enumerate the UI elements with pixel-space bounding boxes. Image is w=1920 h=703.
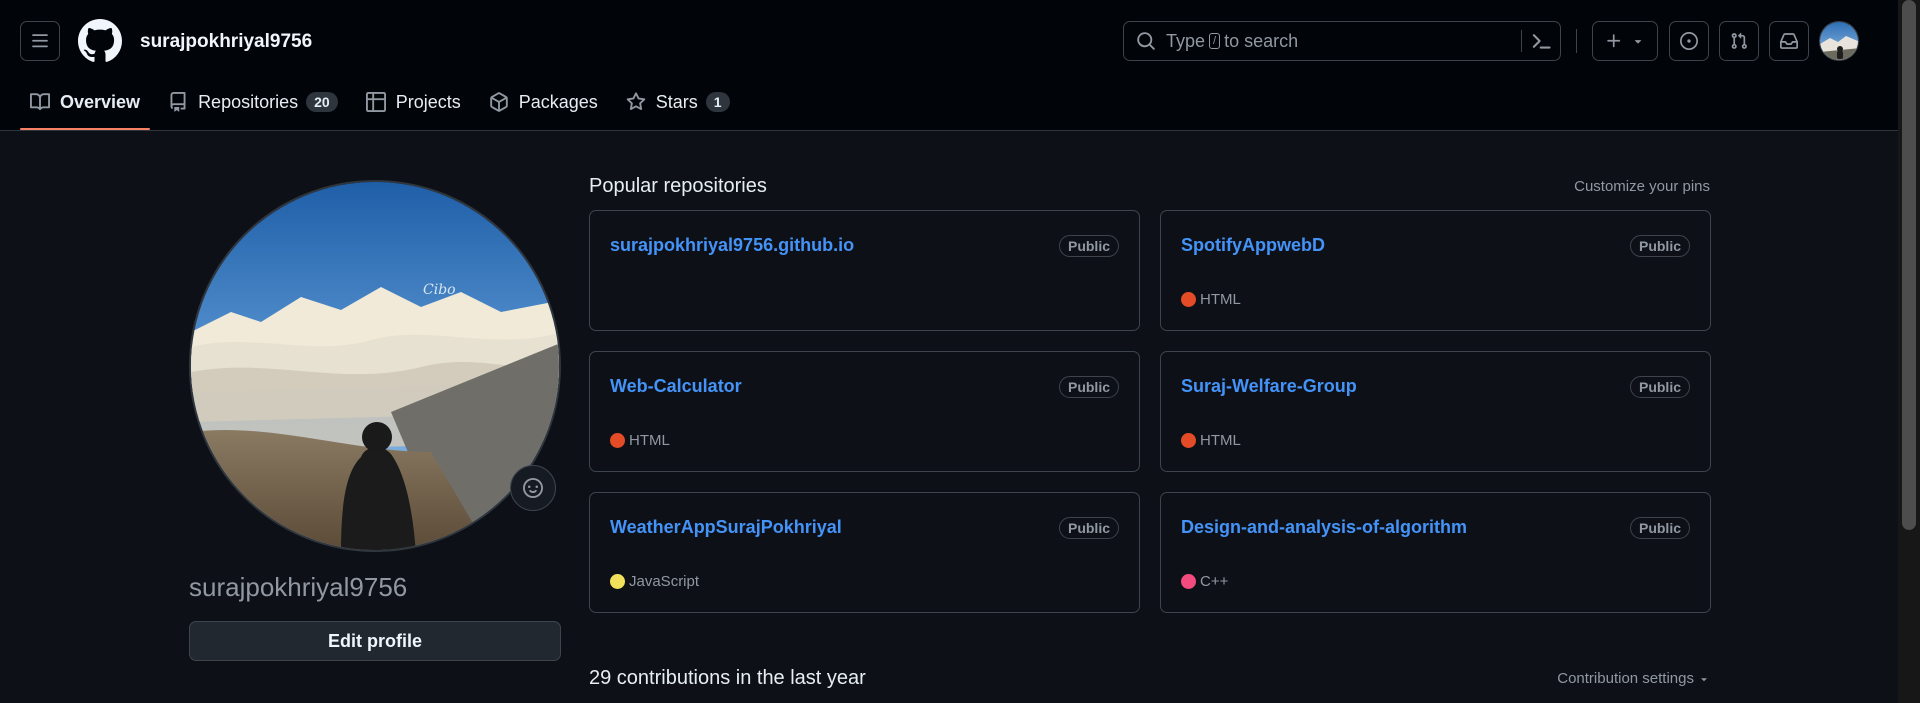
repo-icon — [170, 92, 186, 112]
visibility-badge: Public — [1058, 376, 1119, 398]
hamburger-icon — [32, 34, 48, 48]
command-palette-icon[interactable] — [1530, 30, 1552, 52]
tab-label: Repositories — [198, 91, 299, 112]
svg-text:Cibo: Cibo — [423, 282, 456, 298]
inbox-icon — [1780, 33, 1798, 49]
repo-card: Suraj-Welfare-Group Public HTML — [1160, 351, 1711, 472]
global-header: surajpokhriyal9756 Type / to search Over… — [0, 0, 1898, 131]
issues-button[interactable] — [1669, 21, 1709, 61]
repo-language: JavaScript — [610, 573, 699, 590]
customize-pins-link[interactable]: Customize your pins — [1574, 178, 1710, 195]
hamburger-menu-button[interactable] — [20, 21, 60, 61]
visibility-badge: Public — [1629, 235, 1690, 257]
tab-label: Overview — [60, 91, 141, 112]
profile-photo-image: Cibo — [191, 182, 559, 550]
popular-repositories-heading: Popular repositories — [589, 175, 767, 197]
repo-link[interactable]: WeatherAppSurajPokhriyal — [610, 517, 842, 538]
repo-language: HTML — [1181, 432, 1241, 449]
repo-card: Web-Calculator Public HTML — [589, 351, 1140, 472]
user-avatar-button[interactable] — [1819, 21, 1859, 61]
search-icon — [1137, 32, 1155, 50]
repo-card: WeatherAppSurajPokhriyal Public JavaScri… — [589, 492, 1140, 613]
pull-requests-button[interactable] — [1719, 21, 1759, 61]
search-divider — [1521, 30, 1522, 52]
issues-icon — [1680, 32, 1698, 50]
language-color-dot — [610, 574, 625, 589]
contribution-settings-dropdown[interactable]: Contribution settings — [1557, 670, 1710, 687]
github-logo-icon[interactable] — [78, 19, 122, 63]
stars-count: 1 — [705, 92, 730, 112]
scrollbar-thumb[interactable] — [1902, 0, 1916, 530]
caret-down-icon — [1701, 677, 1707, 681]
repo-card: surajpokhriyal9756.github.io Public — [589, 210, 1140, 331]
chevron-down-icon — [1634, 40, 1642, 44]
search-input[interactable]: Type / to search — [1123, 21, 1561, 61]
star-icon — [626, 92, 646, 111]
profile-avatar[interactable]: Cibo — [189, 180, 561, 552]
header-separator — [1576, 29, 1577, 53]
tab-label: Stars — [655, 91, 698, 112]
pull-requests-icon — [1731, 32, 1747, 49]
repo-link[interactable]: Design-and-analysis-of-algorithm — [1181, 517, 1467, 538]
repo-language: C++ — [1181, 573, 1228, 590]
repo-link[interactable]: Suraj-Welfare-Group — [1181, 376, 1357, 397]
tab-label: Projects — [395, 91, 461, 112]
language-label: C++ — [1200, 573, 1229, 590]
pinned-repositories: surajpokhriyal9756.github.io Public Spot… — [589, 210, 1711, 613]
tab-label: Packages — [518, 91, 598, 112]
repositories-count: 20 — [306, 92, 338, 112]
tab-projects[interactable]: Projects — [356, 82, 471, 122]
create-new-button[interactable] — [1592, 21, 1658, 61]
smiley-icon — [523, 478, 543, 498]
book-icon — [30, 93, 50, 111]
language-color-dot — [1181, 292, 1196, 307]
plus-icon — [1607, 34, 1621, 48]
contribution-settings-label: Contribution settings — [1557, 670, 1694, 687]
language-label: HTML — [1200, 291, 1241, 308]
language-label: HTML — [629, 432, 670, 449]
tab-stars[interactable]: Stars 1 — [616, 82, 740, 122]
language-label: JavaScript — [629, 573, 700, 590]
repo-language: HTML — [610, 432, 670, 449]
set-status-button[interactable] — [510, 465, 556, 511]
contributions-heading: 29 contributions in the last year — [589, 667, 866, 689]
header-username[interactable]: surajpokhriyal9756 — [140, 31, 312, 53]
profile-tabs: Overview Repositories 20 Projects Packag… — [20, 82, 748, 130]
visibility-badge: Public — [1629, 376, 1690, 398]
search-placeholder-text-after: to search — [1224, 30, 1299, 51]
search-placeholder-text: Type — [1166, 30, 1206, 51]
package-icon — [489, 92, 508, 112]
tab-overview[interactable]: Overview — [20, 82, 151, 130]
language-label: HTML — [1200, 432, 1241, 449]
page-scrollbar[interactable] — [1898, 0, 1920, 703]
inbox-button[interactable] — [1769, 21, 1809, 61]
repo-link[interactable]: SpotifyAppwebD — [1181, 235, 1325, 256]
avatar-image — [1820, 22, 1858, 60]
language-color-dot — [1181, 574, 1196, 589]
language-color-dot — [610, 433, 625, 448]
visibility-badge: Public — [1629, 517, 1690, 539]
language-color-dot — [1181, 433, 1196, 448]
edit-profile-button[interactable]: Edit profile — [189, 621, 561, 661]
repo-link[interactable]: Web-Calculator — [610, 376, 742, 397]
search-placeholder: Type / to search — [1166, 31, 1298, 52]
repo-card: SpotifyAppwebD Public HTML — [1160, 210, 1711, 331]
profile-username: surajpokhriyal9756 — [189, 572, 408, 602]
repo-card: Design-and-analysis-of-algorithm Public … — [1160, 492, 1711, 613]
search-shortcut-key: / — [1209, 33, 1221, 49]
repo-link[interactable]: surajpokhriyal9756.github.io — [610, 235, 854, 256]
tab-packages[interactable]: Packages — [479, 82, 608, 122]
visibility-badge: Public — [1058, 517, 1119, 539]
repo-language: HTML — [1181, 291, 1241, 308]
tab-repositories[interactable]: Repositories 20 — [158, 82, 348, 122]
table-icon — [365, 92, 386, 112]
visibility-badge: Public — [1058, 235, 1119, 257]
